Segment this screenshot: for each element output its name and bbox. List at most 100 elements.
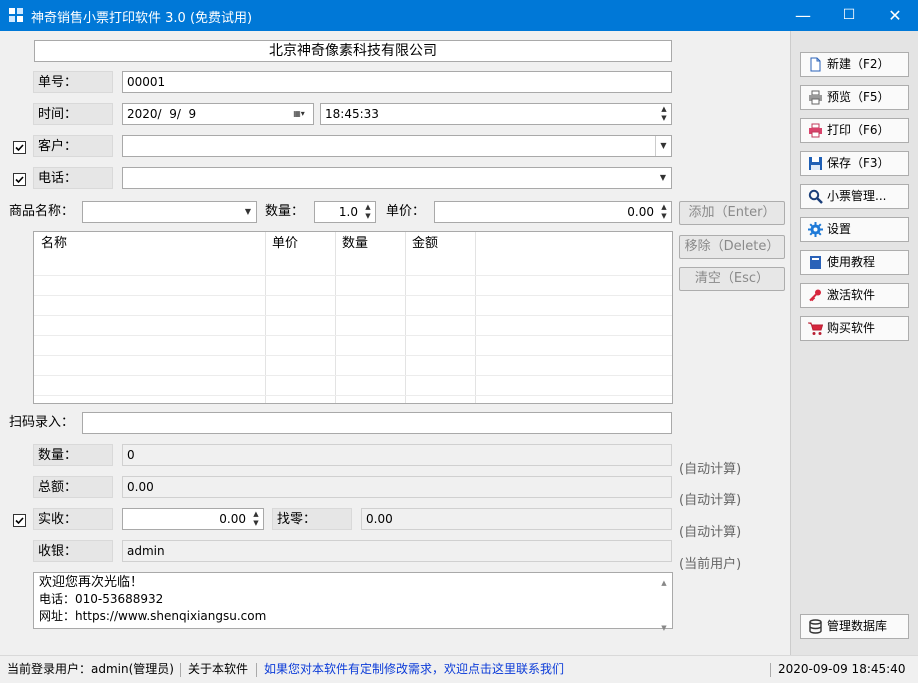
print-button-label: 打印（F6） xyxy=(827,123,890,137)
print-button[interactable]: 打印（F6） xyxy=(800,118,909,143)
status-datetime: 2020-09-09 18:45:40 xyxy=(778,662,906,676)
column-header-name[interactable]: 名称 xyxy=(34,232,67,255)
time-value: 18:45:33 xyxy=(325,107,379,121)
column-header-quantity[interactable]: 数量 xyxy=(335,232,368,255)
count-label: 数量： xyxy=(33,444,113,466)
cashier-field: admin xyxy=(122,540,672,562)
shopping-cart-icon xyxy=(808,322,823,335)
price-value: 0.00 xyxy=(627,205,654,219)
quantity-label: 数量： xyxy=(265,204,305,219)
customer-label: 客户： xyxy=(33,135,113,157)
chevron-down-icon[interactable]: ▼ xyxy=(655,168,671,188)
status-bar: 当前登录用户：admin(管理员) 关于本软件 如果您对本软件有定制修改需求，欢… xyxy=(0,655,918,683)
tutorial-button[interactable]: 使用教程 xyxy=(800,250,909,275)
items-table[interactable]: 名称 单价 数量 金额 xyxy=(33,231,673,404)
printer-icon xyxy=(809,123,822,138)
order-label: 单号： xyxy=(33,71,113,93)
window-title: 神奇销售小票打印软件 3.0 (免费试用) xyxy=(31,11,253,26)
action-sidebar: 新建（F2） 预览（F5） 打印（F6） 保存（F3） 小票管理... 设置 使… xyxy=(790,31,918,655)
gear-icon xyxy=(808,222,823,237)
minimize-button[interactable]: — xyxy=(780,0,826,31)
save-button-label: 保存（F3） xyxy=(827,156,890,170)
price-stepper[interactable]: 0.00 ▲ ▼ xyxy=(434,201,672,223)
time-label: 时间： xyxy=(33,103,113,125)
table-header: 名称 单价 数量 金额 xyxy=(34,232,672,255)
new-button-label: 新建（F2） xyxy=(827,57,890,71)
current-user-note: (当前用户) xyxy=(679,557,742,572)
column-header-amount[interactable]: 金额 xyxy=(405,232,438,255)
quantity-value: 1.0 xyxy=(338,205,358,219)
phone-checkbox[interactable] xyxy=(13,173,26,186)
change-label: 找零： xyxy=(272,508,352,530)
cashier-label: 收银： xyxy=(33,540,113,562)
main-panel: 北京神奇像素科技有限公司 单号： 00001 时间： 2020/ 9/ 9 ▦▾… xyxy=(0,31,790,655)
memo-line: 网址：https://www.shenqixiangsu.com xyxy=(39,609,267,623)
receipt-manage-button[interactable]: 小票管理... xyxy=(800,184,909,209)
phone-label: 电话： xyxy=(33,167,113,189)
about-link[interactable]: 关于本软件 xyxy=(188,656,248,683)
date-picker[interactable]: 2020/ 9/ 9 ▦▾ xyxy=(122,103,314,125)
settings-button-label: 设置 xyxy=(827,222,852,236)
app-icon xyxy=(9,8,23,22)
clear-items-button[interactable]: 清空（Esc） xyxy=(679,267,785,291)
remove-item-button[interactable]: 移除（Delete） xyxy=(679,235,785,259)
buy-button[interactable]: 购买软件 xyxy=(800,316,909,341)
buy-button-label: 购买软件 xyxy=(827,321,876,335)
login-user-status: 当前登录用户：admin(管理员) xyxy=(7,662,174,676)
paid-checkbox[interactable] xyxy=(13,514,26,527)
custom-request-link[interactable]: 如果您对本软件有定制修改需求，欢迎点击这里联系我们 xyxy=(264,656,564,683)
customer-combobox[interactable]: ▼ xyxy=(122,135,672,157)
phone-combobox[interactable]: ▼ xyxy=(122,167,672,189)
manage-database-label: 管理数据库 xyxy=(827,619,888,633)
calendar-icon[interactable]: ▦▾ xyxy=(285,104,313,124)
scan-input[interactable] xyxy=(82,412,672,434)
preview-button-label: 预览（F5） xyxy=(827,90,890,104)
quantity-stepper[interactable]: 1.0 ▲ ▼ xyxy=(314,201,376,223)
price-label: 单价： xyxy=(386,204,426,219)
magnifier-icon xyxy=(808,189,823,204)
paid-value: 0.00 xyxy=(219,512,246,526)
settings-button[interactable]: 设置 xyxy=(800,217,909,242)
company-name-field[interactable]: 北京神奇像素科技有限公司 xyxy=(34,40,672,62)
total-label: 总额： xyxy=(33,476,113,498)
floppy-disk-icon xyxy=(809,157,822,170)
chevron-down-icon[interactable]: ▼ xyxy=(655,136,671,156)
customer-checkbox[interactable] xyxy=(13,141,26,154)
database-icon xyxy=(809,619,822,634)
activate-button[interactable]: 激活软件 xyxy=(800,283,909,308)
tutorial-button-label: 使用教程 xyxy=(827,255,876,269)
new-document-icon xyxy=(810,57,821,72)
paid-label: 实收： xyxy=(33,508,113,530)
receipt-footer-memo[interactable]: 欢迎您再次光临！ 电话：010-53688932 网址：https://www.… xyxy=(33,572,673,632)
close-button[interactable]: ✕ xyxy=(872,0,918,31)
auto-calc-note: (自动计算) xyxy=(679,525,742,540)
memo-line: 电话：010-53688932 xyxy=(39,592,164,606)
maximize-button[interactable]: ☐ xyxy=(826,0,872,31)
preview-button[interactable]: 预览（F5） xyxy=(800,85,909,110)
column-header-price[interactable]: 单价 xyxy=(265,232,298,255)
auto-calc-note: (自动计算) xyxy=(679,493,742,508)
price-spinner-icon[interactable]: ▲ ▼ xyxy=(658,203,670,221)
receipt-manage-label: 小票管理... xyxy=(827,189,887,203)
order-number-field[interactable]: 00001 xyxy=(122,71,672,93)
manage-database-button[interactable]: 管理数据库 xyxy=(800,614,909,639)
paid-stepper[interactable]: 0.00 ▲ ▼ xyxy=(122,508,264,530)
new-button[interactable]: 新建（F2） xyxy=(800,52,909,77)
printer-preview-icon xyxy=(809,90,822,105)
auto-calc-note: (自动计算) xyxy=(679,462,742,477)
quantity-spinner-icon[interactable]: ▲ ▼ xyxy=(362,203,374,221)
chevron-down-icon[interactable]: ▼ xyxy=(240,202,256,222)
time-field[interactable]: 18:45:33 ▲ ▼ xyxy=(320,103,672,125)
key-icon xyxy=(809,289,821,302)
paid-spinner-icon[interactable]: ▲ ▼ xyxy=(250,510,262,528)
title-bar: 神奇销售小票打印软件 3.0 (免费试用) — ☐ ✕ xyxy=(0,0,918,31)
product-name-label: 商品名称： xyxy=(9,204,75,219)
save-button[interactable]: 保存（F3） xyxy=(800,151,909,176)
scan-label: 扫码录入： xyxy=(9,415,75,430)
book-icon xyxy=(810,256,821,269)
time-spinner-icon[interactable]: ▲ ▼ xyxy=(658,105,670,123)
memo-scrollbar[interactable]: ▲ ▼ xyxy=(656,573,672,632)
add-item-button[interactable]: 添加（Enter） xyxy=(679,201,785,225)
change-field: 0.00 xyxy=(361,508,672,530)
product-name-combobox[interactable]: ▼ xyxy=(82,201,257,223)
